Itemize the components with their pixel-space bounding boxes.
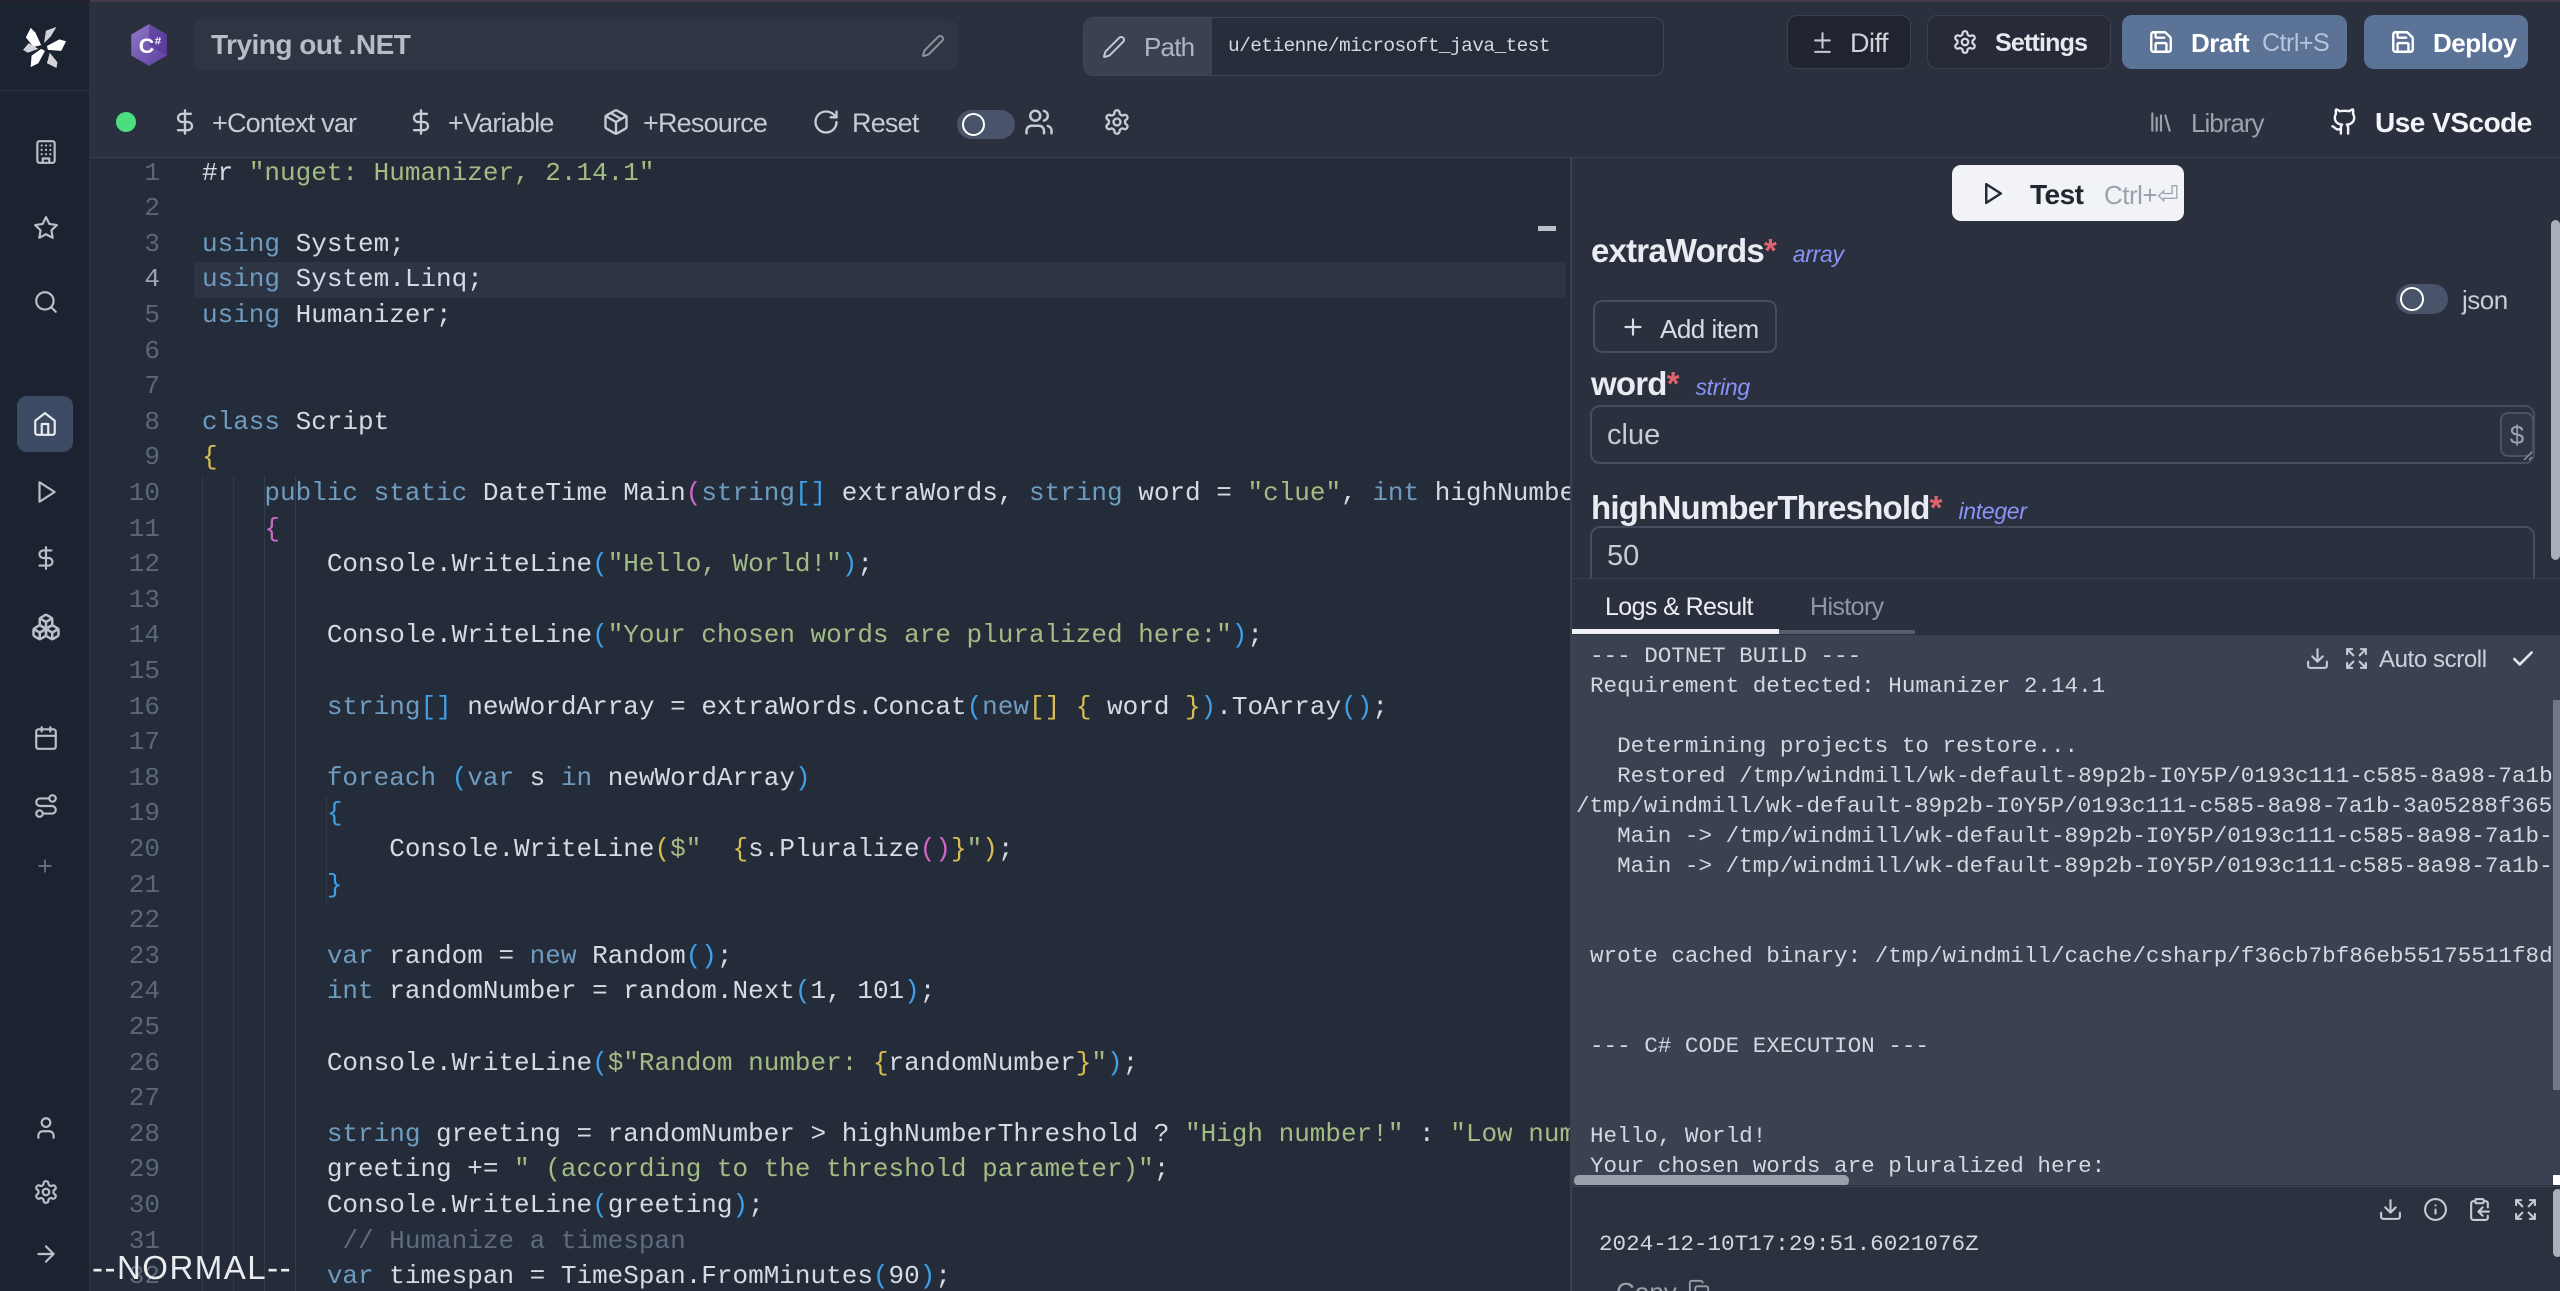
svg-text:#: #	[155, 35, 162, 47]
svg-text:C: C	[139, 34, 155, 58]
